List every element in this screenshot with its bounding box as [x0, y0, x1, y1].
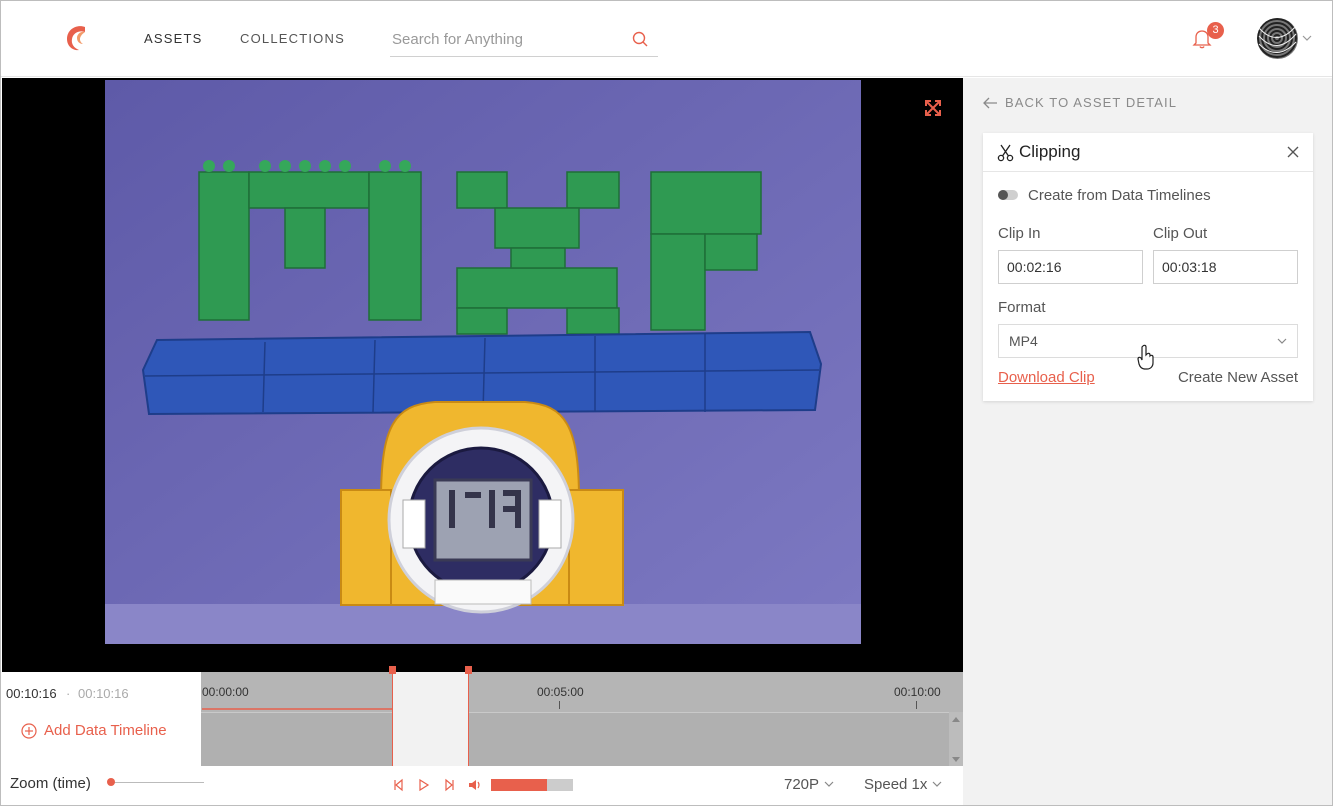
- search-icon[interactable]: [631, 30, 649, 48]
- arrow-left-icon: [983, 97, 997, 108]
- clip-out-field[interactable]: 00:03:18: [1153, 250, 1298, 284]
- format-label: Format: [998, 299, 1046, 316]
- nav-assets[interactable]: ASSETS: [144, 31, 203, 46]
- nav-collections[interactable]: COLLECTIONS: [240, 31, 345, 46]
- app-window: ASSETS COLLECTIONS 3: [0, 0, 1333, 806]
- video-player[interactable]: [2, 78, 963, 672]
- app-logo[interactable]: [63, 23, 91, 53]
- timeline-sidebar: 00:10:16 · 00:10:16 Add Data Timeline: [2, 672, 201, 766]
- ruler-label: 00:00:00: [202, 685, 249, 699]
- fullscreen-icon[interactable]: [923, 98, 943, 118]
- play-icon[interactable]: [417, 778, 431, 792]
- progress-line: [202, 708, 392, 710]
- chevron-down-icon: [932, 781, 942, 787]
- quality-selector[interactable]: 720P: [784, 776, 834, 793]
- clip-in-label: Clip In: [998, 225, 1041, 242]
- add-circle-icon: [21, 722, 37, 739]
- player-controls: Zoom (time) 720P Speed 1x: [2, 766, 963, 805]
- add-data-timeline-label: Add Data Timeline: [44, 722, 167, 739]
- speed-selector[interactable]: Speed 1x: [864, 776, 942, 793]
- clip-out-handle[interactable]: [465, 666, 472, 674]
- clipping-card-header: Clipping: [983, 133, 1313, 172]
- ruler-tick: [916, 701, 917, 709]
- step-back-icon[interactable]: [392, 778, 406, 792]
- zoom-label: Zoom (time): [10, 775, 91, 792]
- volume-slider[interactable]: [491, 779, 573, 791]
- ruler-label: 00:10:00: [894, 685, 941, 699]
- quality-value: 720P: [784, 776, 820, 793]
- step-forward-icon[interactable]: [442, 778, 456, 792]
- format-select[interactable]: MP4: [998, 324, 1298, 358]
- create-new-asset-link[interactable]: Create New Asset: [1178, 369, 1298, 386]
- clip-out-label: Clip Out: [1153, 225, 1208, 242]
- scissors-icon: [997, 144, 1014, 162]
- clipping-card: Clipping Create from Data Timelines Clip…: [983, 133, 1313, 401]
- video-frame: [105, 80, 861, 644]
- search-input[interactable]: [390, 24, 620, 54]
- notification-badge: 3: [1207, 22, 1224, 39]
- side-panel: BACK TO ASSET DETAIL Clipping Create fro…: [963, 78, 1332, 805]
- time-separator: ·: [66, 686, 71, 701]
- video-still-image: [105, 80, 861, 644]
- scroll-arrows-icon: [952, 717, 960, 762]
- download-clip-link[interactable]: Download Clip: [998, 369, 1095, 386]
- ruler-label: 00:05:00: [537, 685, 584, 699]
- clip-selection-region[interactable]: [389, 666, 472, 766]
- data-timelines-toggle[interactable]: [998, 190, 1018, 200]
- clipping-title: Clipping: [1019, 142, 1081, 161]
- current-time: 00:10:16: [6, 686, 57, 701]
- clip-in-handle[interactable]: [389, 666, 396, 674]
- search-bar: [390, 23, 658, 57]
- volume-level: [491, 779, 547, 791]
- clip-in-field[interactable]: 00:02:16: [998, 250, 1143, 284]
- close-icon[interactable]: [1286, 145, 1300, 159]
- speed-value: Speed 1x: [864, 776, 928, 793]
- chevron-down-icon: [824, 781, 834, 787]
- data-timeline-track[interactable]: [201, 712, 949, 766]
- format-value: MP4: [1009, 333, 1038, 349]
- data-timelines-toggle-label: Create from Data Timelines: [1028, 187, 1211, 204]
- time-ruler[interactable]: 00:00:00 00:05:00 00:10:00: [201, 672, 963, 712]
- ruler-tick: [559, 701, 560, 709]
- zoom-slider-track[interactable]: [109, 782, 204, 783]
- zoom-slider-handle[interactable]: [107, 778, 115, 786]
- user-avatar[interactable]: [1257, 18, 1298, 59]
- volume-icon[interactable]: [468, 778, 482, 792]
- timeline-scrollbar[interactable]: [949, 712, 963, 766]
- add-data-timeline-button[interactable]: Add Data Timeline: [21, 722, 167, 739]
- top-header: ASSETS COLLECTIONS 3: [1, 1, 1332, 77]
- total-duration: 00:10:16: [78, 686, 129, 701]
- back-label: BACK TO ASSET DETAIL: [1005, 95, 1178, 110]
- chevron-down-icon[interactable]: [1302, 34, 1312, 42]
- back-to-asset-detail-link[interactable]: BACK TO ASSET DETAIL: [982, 95, 1177, 110]
- timeline: 00:10:16 · 00:10:16 Add Data Timeline 00…: [2, 666, 963, 766]
- chevron-down-icon: [1277, 338, 1287, 344]
